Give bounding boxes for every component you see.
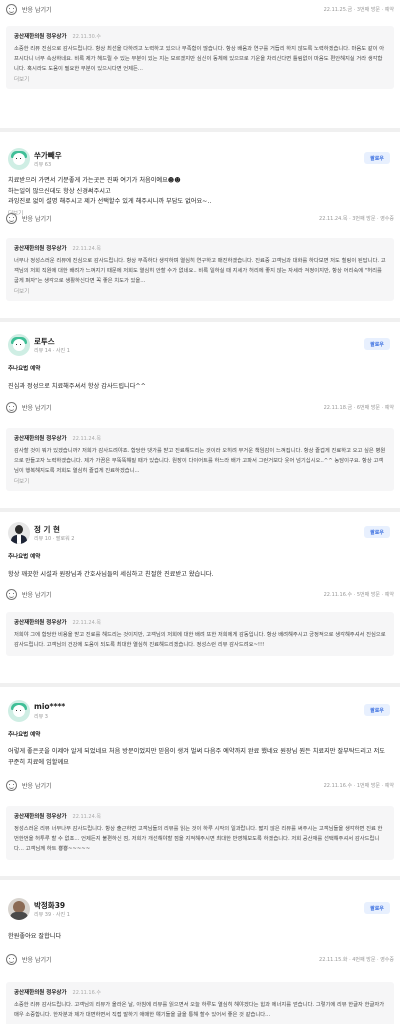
follow-button[interactable]: 팔로우 (364, 338, 390, 350)
react-button[interactable]: 반응 남기기 (6, 402, 52, 413)
review-text: 치료받으러 가면서 기분좋게 가는곳은 진짜 여기가 처음이예요☻☻ 하는일이 … (8, 177, 212, 205)
react-button[interactable]: 반응 남기기 (6, 213, 52, 224)
avatar[interactable] (8, 334, 30, 356)
visit-meta: 22.11.15.화 · 4번째 방문 · 영수증 (319, 957, 394, 963)
avatar[interactable] (8, 898, 30, 920)
section-divider (0, 683, 400, 687)
react-label: 반응 남기기 (22, 783, 52, 790)
reply-owner-name: 공산재한의원 정우상가 (14, 620, 67, 626)
reply-text: 저희야 그에 합당한 비용을 받고 진료를 해드리는 것이지만, 고객님의 저희… (14, 632, 386, 648)
reviewer-name[interactable]: 쑤가빼우 (34, 150, 62, 161)
reply-date: 22.11.30.수 (72, 33, 101, 40)
avatar[interactable] (8, 700, 30, 722)
owner-reply: 공산재한의원 정우상가 22.11.24.목 정성스러운 리뷰 너무나무 감사드… (6, 806, 394, 860)
follow-button[interactable]: 팔로우 (364, 902, 390, 914)
review-footer: 반응 남기기 22.11.18.금 · 6번째 방문 · 예약 (0, 398, 400, 418)
reply-text: 너무나 정성스러운 리뷰에 진심으로 감사드립니다. 항상 부족하다 생각하며 … (14, 258, 386, 284)
section-divider (0, 318, 400, 322)
follow-button[interactable]: 팔로우 (364, 526, 390, 538)
smile-icon (6, 213, 17, 224)
more-link[interactable]: 더보기 (14, 477, 386, 485)
follow-button[interactable]: 팔로우 (364, 704, 390, 716)
section-divider (0, 876, 400, 880)
reviewer-stats: 리뷰 63 (34, 162, 52, 168)
reply-text: 소중한 리뷰 진심으로 감사드립니다. 항상 최선을 다하려고 노력하고 있으나… (14, 46, 385, 72)
reviewer-stats: 리뷰 3 (34, 714, 48, 720)
visit-meta: 22.11.16.수 · 5번째 방문 · 예약 (323, 592, 394, 598)
owner-reply: 공산재한의원 정우상가 22.11.30.수 소중한 리뷰 진심으로 감사드립니… (6, 26, 394, 89)
visit-meta: 22.11.18.금 · 6번째 방문 · 예약 (323, 405, 394, 411)
owner-reply: 공산재한의원 정우상가 22.11.24.목 저희야 그에 합당한 비용을 받고… (6, 612, 394, 656)
reviewer-stats: 리뷰 10 · 팔로워 2 (34, 536, 75, 542)
review-card: 정 기 현 리뷰 10 · 팔로워 2 팔로우 추나요법 예약 항상 깨끗한 시… (0, 522, 400, 581)
follow-button[interactable]: 팔로우 (364, 152, 390, 164)
reviewer-stats: 리뷰 39 · 사진 1 (34, 912, 70, 918)
visit-type: 추나요법 예약 (8, 554, 41, 560)
reviewer-name[interactable]: 로투스 (34, 336, 55, 347)
reply-owner-name: 공산재한의원 정우상가 (14, 246, 67, 252)
react-button[interactable]: 반응 남기기 (6, 954, 52, 965)
smile-icon (6, 780, 17, 791)
reviewer-name[interactable]: 정 기 현 (34, 524, 60, 535)
avatar[interactable] (8, 148, 30, 170)
smile-icon (6, 4, 17, 15)
section-divider (0, 508, 400, 512)
react-button[interactable]: 반응 남기기 (6, 589, 52, 600)
reply-date: 22.11.24.목 (72, 619, 101, 626)
reply-date: 22.11.24.목 (72, 813, 101, 820)
reviewer-name[interactable]: mio**** (34, 702, 65, 711)
smile-icon (6, 589, 17, 600)
reviews-page: 반응 남기기 22.11.25.금 · 3번째 방문 · 예약 공산재한의원 정… (0, 0, 400, 1024)
review-footer: 반응 남기기 22.11.16.수 · 5번째 방문 · 예약 (0, 585, 400, 605)
review-text: 한원좋아요 잘합니다 (8, 933, 62, 940)
review-footer: 반응 남기기 22.11.25.금 · 3번째 방문 · 예약 (0, 0, 400, 20)
reply-owner-name: 공산재한의원 정우상가 (14, 436, 67, 442)
section-divider (0, 128, 400, 132)
avatar[interactable] (8, 522, 30, 544)
review-text: 항상 깨끗한 시설과 원장님과 간호사님들의 세심하고 친절한 진료받고 왔습니… (8, 571, 214, 578)
owner-reply: 공산재한의원 정우상가 22.11.24.목 너무나 정성스러운 리뷰에 진심으… (6, 238, 394, 301)
reply-owner-name: 공산재한의원 정우상가 (14, 34, 67, 40)
review-card: 박정화39 리뷰 39 · 사진 1 팔로우 한원좋아요 잘합니다 (0, 898, 400, 943)
owner-reply: 공산재한의원 정우상가 22.11.24.목 감사할 것이 뭐가 있겠습니까? … (6, 428, 394, 491)
visit-type: 추나요법 예약 (8, 732, 41, 738)
visit-type: 추나요법 예약 (8, 366, 41, 372)
react-label: 반응 남기기 (22, 216, 52, 223)
review-text: 진심과 정성으로 치료해주셔서 항상 감사드립니다^^ (8, 383, 146, 390)
review-footer: 반응 남기기 22.11.16.수 · 1번째 방문 · 예약 (0, 776, 400, 796)
react-button[interactable]: 반응 남기기 (6, 780, 52, 791)
reply-text: 정성스러운 리뷰 너무나무 감사드립니다. 항상 출근하면 고객님들의 리뷰를 … (14, 826, 383, 852)
reply-owner-name: 공산재한의원 정우상가 (14, 814, 67, 820)
review-text: 어렇게 좋은곳을 이제야 알게 되었네요 처음 방문이었지만 믿음이 생겨 벌써… (8, 748, 385, 766)
react-button[interactable]: 반응 남기기 (6, 4, 52, 15)
reply-date: 22.11.16.수 (72, 989, 101, 996)
review-footer: 반응 남기기 22.11.15.화 · 4번째 방문 · 영수증 (0, 950, 400, 970)
reviewer-name[interactable]: 박정화39 (34, 900, 65, 911)
visit-meta: 22.11.24.목 · 3번째 방문 · 영수증 (319, 216, 394, 222)
reply-date: 22.11.24.목 (72, 435, 101, 442)
review-card: 로투스 리뷰 14 · 사진 1 팔로우 추나요법 예약 진심과 정성으로 치료… (0, 334, 400, 393)
more-link[interactable]: 더보기 (14, 287, 386, 295)
reply-text: 소중한 리뷰 감사드립니다. 고객님의 리뷰가 올라온 날, 아침에 리뷰를 읽… (14, 1002, 385, 1018)
owner-reply: 공산재한의원 정우상가 22.11.16.수 소중한 리뷰 감사드립니다. 고객… (6, 982, 394, 1024)
smile-icon (6, 402, 17, 413)
react-label: 반응 남기기 (22, 405, 52, 412)
reply-owner-name: 공산재한의원 정우상가 (14, 990, 67, 996)
reply-text: 감사할 것이 뭐가 있겠습니까? 저희가 감사드려야죠. 합당한 댓가를 받고 … (14, 448, 386, 474)
visit-meta: 22.11.16.수 · 1번째 방문 · 예약 (323, 783, 394, 789)
more-link[interactable]: 더보기 (14, 75, 386, 83)
react-label: 반응 남기기 (22, 592, 52, 599)
review-card: 쑤가빼우 리뷰 63 팔로우 치료받으러 가면서 기분좋게 가는곳은 진짜 여기… (0, 148, 400, 217)
smile-icon (6, 954, 17, 965)
review-card: mio**** 리뷰 3 팔로우 추나요법 예약 어렇게 좋은곳을 이제야 알게… (0, 700, 400, 768)
reviewer-stats: 리뷰 14 · 사진 1 (34, 348, 70, 354)
react-label: 반응 남기기 (22, 7, 52, 14)
review-footer: 반응 남기기 22.11.24.목 · 3번째 방문 · 영수증 (0, 209, 400, 229)
react-label: 반응 남기기 (22, 957, 52, 964)
visit-meta: 22.11.25.금 · 3번째 방문 · 예약 (323, 7, 394, 13)
reply-date: 22.11.24.목 (72, 245, 101, 252)
